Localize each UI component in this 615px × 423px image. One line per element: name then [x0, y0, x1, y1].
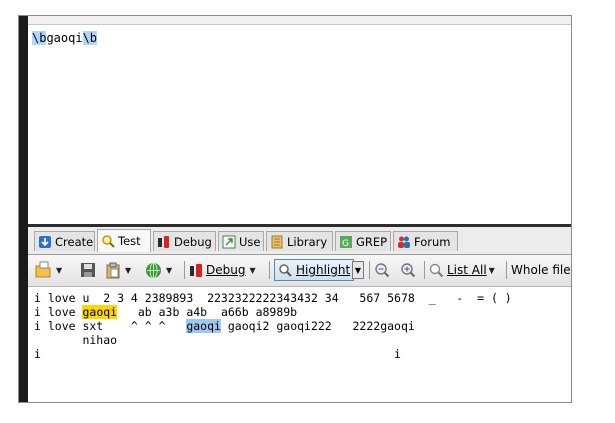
tab-grep[interactable]: G GREP: [335, 231, 391, 251]
library-icon: [270, 235, 284, 249]
highlight-button-label: Highlight: [296, 263, 351, 277]
magnifier-icon: [101, 234, 115, 248]
zoom-next-icon: [400, 262, 416, 278]
test-line-text: i love: [34, 305, 83, 319]
tab-forum[interactable]: Forum: [393, 231, 458, 251]
tab-forum-label: Forum: [414, 234, 451, 249]
debug-button-label: Debug: [206, 263, 246, 277]
left-edge-bar: [19, 16, 28, 402]
create-icon: [38, 235, 52, 249]
tab-library-label: Library: [287, 234, 328, 249]
tab-create[interactable]: Create: [34, 231, 95, 251]
list-all-button[interactable]: List All ▼: [429, 259, 495, 281]
tab-use[interactable]: Use: [218, 231, 264, 251]
regexbuddy-window: \bgaoqi\b Create Test Debug Use Library …: [18, 15, 572, 403]
test-line-3: i love sxt ^ ^ ^ gaoqi gaoqi2 gaoqi222 2…: [34, 319, 415, 333]
chevron-down-icon: ▼: [354, 265, 362, 275]
tab-debug[interactable]: Debug: [153, 231, 216, 251]
test-toolbar: ▼ ▼ ▼ Debug ▼ Highlight ▼ List All ▼ Who…: [28, 255, 571, 287]
folder-icon: [34, 261, 52, 279]
toolbar-separator: [424, 261, 425, 279]
magnifier-icon: [278, 263, 292, 277]
open-file-button[interactable]: ▼: [34, 259, 62, 281]
test-line-2: i love gaoqi ab a3b a4b a66b a8989b: [34, 305, 297, 319]
save-button[interactable]: [80, 259, 96, 281]
chevron-down-icon[interactable]: ▼: [166, 266, 172, 275]
test-line-1: i love u 2 3 4 2389893 2232322222343432 …: [34, 291, 512, 305]
globe-icon: [145, 262, 162, 279]
tab-use-label: Use: [239, 234, 261, 249]
scope-label: Whole file: [511, 263, 571, 277]
chevron-down-icon[interactable]: ▼: [125, 266, 131, 275]
test-line-5: i i: [34, 347, 401, 361]
test-line-text: ab a3b a4b a66b a8989b: [117, 305, 298, 319]
toolbar-separator: [184, 261, 185, 279]
paste-button[interactable]: ▼: [105, 259, 131, 281]
chevron-down-icon[interactable]: ▼: [489, 266, 495, 275]
scope-selector[interactable]: Whole file: [511, 259, 571, 281]
test-line-text: i love sxt ^ ^ ^: [34, 319, 187, 333]
save-icon: [80, 262, 96, 278]
tab-test[interactable]: Test: [97, 229, 151, 252]
tab-library[interactable]: Library: [266, 231, 333, 251]
next-match-button[interactable]: [400, 259, 416, 281]
tab-debug-label: Debug: [174, 234, 212, 249]
toolbar-separator: [506, 261, 507, 279]
test-line-4: nihao: [34, 333, 118, 347]
toolbar-separator: [369, 261, 370, 279]
chevron-down-icon[interactable]: ▼: [249, 266, 255, 275]
highlight-dropdown[interactable]: ▼: [352, 261, 364, 279]
test-subject-pane[interactable]: i love u 2 3 4 2389893 2232322222343432 …: [28, 287, 571, 402]
regex-token-word-boundary: \b: [32, 31, 47, 45]
debug-icon: [157, 235, 171, 249]
svg-text:G: G: [342, 239, 349, 249]
clipboard-icon: [105, 262, 121, 279]
debug-button[interactable]: Debug ▼: [189, 259, 256, 281]
match-highlight: gaoqi: [82, 305, 118, 319]
toolbar-separator: [269, 261, 270, 279]
zoom-previous-icon: [374, 262, 390, 278]
previous-match-button[interactable]: [374, 259, 390, 281]
regex-expression[interactable]: \bgaoqi\b: [32, 31, 98, 45]
regex-token-word-boundary: \b: [82, 31, 98, 45]
match-highlight: gaoqi: [186, 319, 221, 333]
list-all-label: List All: [447, 263, 487, 277]
use-icon: [222, 235, 236, 249]
debug-icon: [189, 262, 203, 278]
tab-bar: Create Test Debug Use Library G GREP For…: [28, 227, 571, 255]
regex-token-literal: gaoqi: [46, 31, 83, 45]
forum-icon: [397, 235, 411, 249]
regex-editor[interactable]: \bgaoqi\b: [28, 24, 571, 226]
magnifier-icon: [429, 263, 444, 278]
highlight-button[interactable]: Highlight: [274, 259, 355, 281]
tab-test-label: Test: [118, 234, 141, 248]
test-line-text: gaoqi2 gaoqi222 2222gaoqi: [220, 319, 415, 333]
tab-create-label: Create: [55, 234, 94, 249]
tab-grep-label: GREP: [356, 234, 388, 249]
web-button[interactable]: ▼: [145, 259, 172, 281]
chevron-down-icon[interactable]: ▼: [56, 266, 62, 275]
grep-icon: G: [339, 235, 353, 249]
